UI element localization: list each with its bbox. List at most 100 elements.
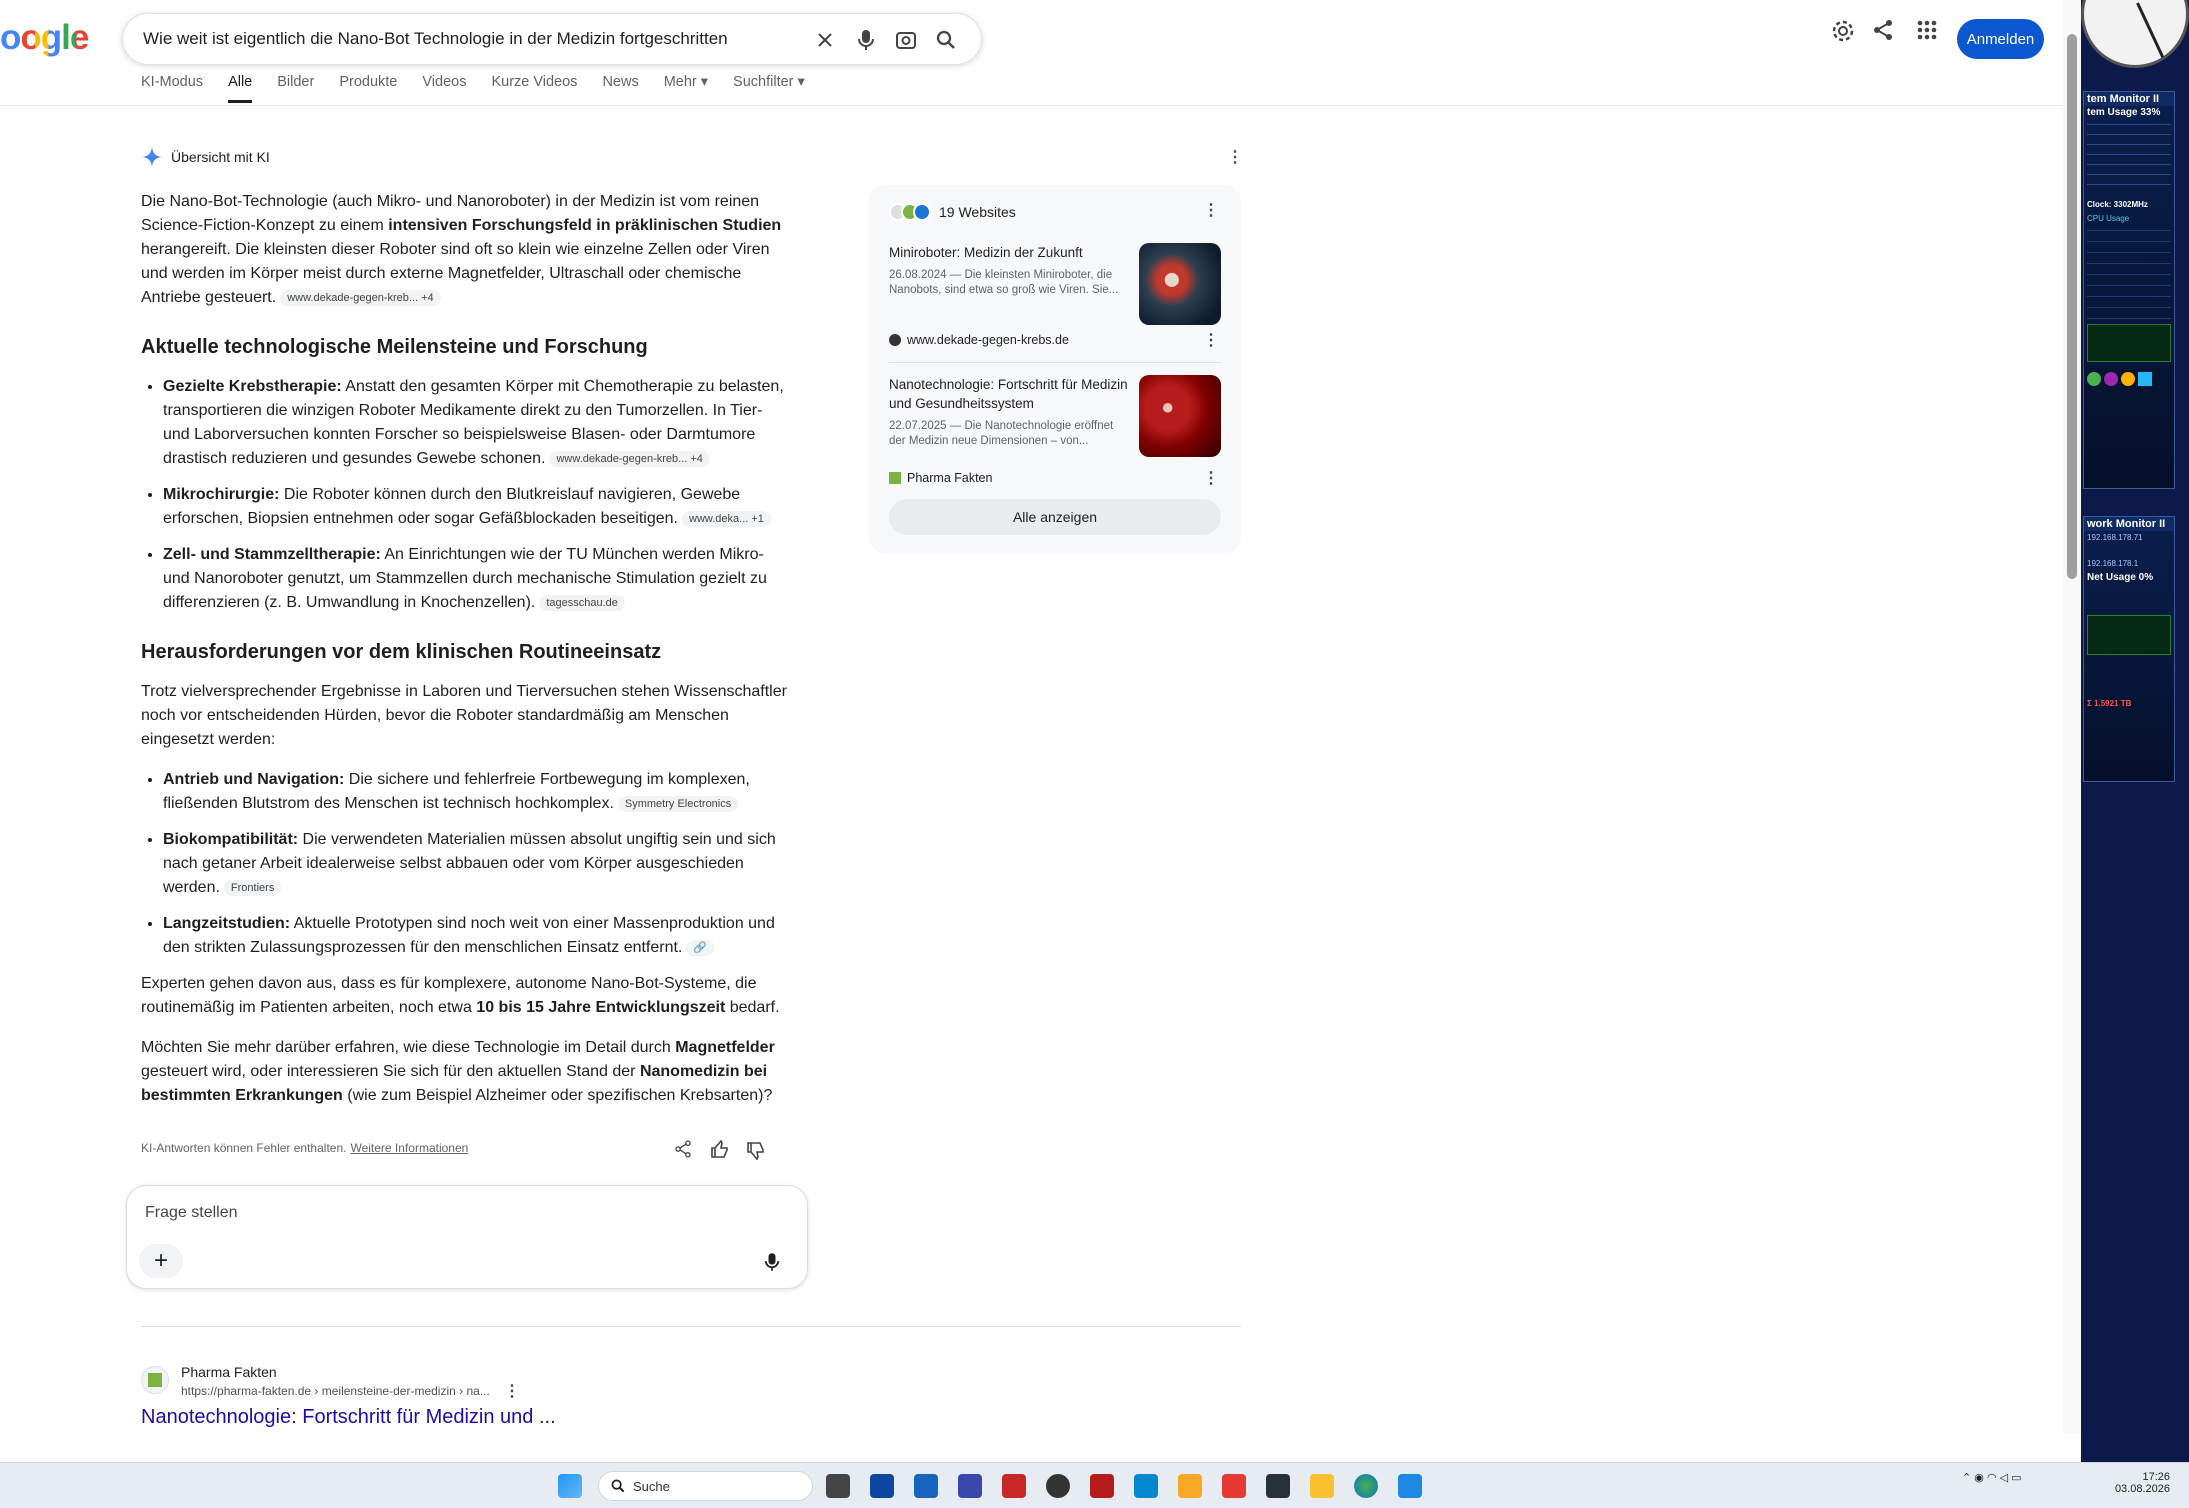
thumbs-up-icon[interactable] — [710, 1139, 730, 1162]
ask-input[interactable]: Frage stellen — [145, 1204, 238, 1222]
result-favicon-icon[interactable] — [141, 1366, 169, 1394]
source-chip[interactable]: www.deka... +1 — [682, 511, 771, 527]
more-info-link[interactable]: Weitere Informationen — [350, 1141, 468, 1155]
search-icon[interactable] — [933, 27, 959, 53]
result-title-link[interactable]: Nanotechnologie: Fortschritt für Medizin… — [141, 1406, 556, 1429]
tab-alle[interactable]: Alle — [228, 74, 253, 103]
card-thumbnail[interactable] — [1139, 375, 1221, 457]
button-icon[interactable] — [2121, 372, 2135, 386]
result-url[interactable]: https://pharma-fakten.de › meilensteine-… — [181, 1384, 490, 1398]
app-icon[interactable] — [1046, 1474, 1070, 1498]
snipping-tool-icon[interactable] — [1222, 1474, 1246, 1498]
page-scrollbar[interactable] — [2063, 0, 2081, 1434]
settings-icon[interactable] — [1831, 19, 1855, 48]
tab-videos[interactable]: Videos — [422, 74, 466, 103]
recorder-icon[interactable] — [1090, 1474, 1114, 1498]
start-icon[interactable] — [558, 1474, 582, 1498]
source-chip[interactable]: www.dekade-gegen-kreb... +4 — [549, 451, 710, 467]
gadget-title: tem Monitor II — [2084, 92, 2174, 106]
app-icon[interactable] — [958, 1474, 982, 1498]
file-explorer-icon[interactable] — [1310, 1474, 1334, 1498]
edge-icon[interactable] — [1354, 1474, 1378, 1498]
search-header: oogle Wie weit ist eigentlich die Nano-B… — [0, 0, 2063, 106]
item-bold: Antrieb und Navigation: — [163, 771, 345, 788]
network-icon[interactable]: ◉ — [1974, 1472, 1984, 1484]
source-card[interactable]: Nanotechnologie: Fortschritt für Medizin… — [889, 375, 1221, 487]
search-box[interactable]: Wie weit ist eigentlich die Nano-Bot Tec… — [122, 13, 982, 65]
tab-kurze-videos[interactable]: Kurze Videos — [491, 74, 577, 103]
share-icon[interactable] — [674, 1140, 692, 1161]
microphone-icon[interactable] — [765, 1252, 779, 1277]
terminal-icon[interactable] — [1266, 1474, 1290, 1498]
add-button[interactable]: + — [139, 1244, 183, 1278]
tab-mehr[interactable]: Mehr ▾ — [664, 74, 708, 103]
microphone-icon[interactable] — [853, 27, 879, 53]
favicon-square — [148, 1373, 162, 1387]
volume-icon[interactable]: ◁ — [2000, 1472, 2008, 1484]
tab-suchfilter[interactable]: Suchfilter ▾ — [733, 74, 805, 103]
source-chip[interactable]: tagesschau.de — [539, 595, 625, 611]
app-icon[interactable] — [1178, 1474, 1202, 1498]
chevron-up-icon[interactable]: ⌃ — [1962, 1472, 1971, 1484]
button-icon[interactable] — [2104, 372, 2118, 386]
result-more-icon[interactable]: ⋮ — [504, 1384, 520, 1400]
link-chip[interactable]: 🔗 — [686, 940, 715, 956]
apps-grid-icon[interactable] — [1916, 19, 1938, 46]
tab-bilder[interactable]: Bilder — [277, 74, 314, 103]
card-thumbnail[interactable] — [1139, 243, 1221, 325]
store-icon[interactable] — [870, 1474, 894, 1498]
tray-icons[interactable]: ⌃ ◉ ◠ ◁ ▭ — [1962, 1471, 2022, 1484]
item-bold: Mikrochirurgie: — [163, 486, 280, 503]
panel-more-icon[interactable]: ⋮ — [1203, 203, 1219, 219]
memory-graph — [2087, 124, 2171, 194]
tab-news[interactable]: News — [602, 74, 638, 103]
sources-header[interactable]: 19 Websites — [889, 203, 1016, 221]
challenges-list: Antrieb und Navigation: Die sichere und … — [141, 768, 791, 960]
list-item: Zell- und Stammzelltherapie: An Einricht… — [163, 543, 791, 615]
source-chip[interactable]: Symmetry Electronics — [617, 796, 739, 812]
google-logo[interactable]: oogle — [0, 18, 89, 58]
thumbs-down-icon[interactable] — [746, 1141, 766, 1164]
outlook-text-2: bedarf. — [725, 999, 780, 1016]
card-title[interactable]: Miniroboter: Medizin der Zukunft — [889, 243, 1129, 262]
show-all-button[interactable]: Alle anzeigen — [889, 499, 1221, 535]
outlook-icon[interactable] — [914, 1474, 938, 1498]
search-input[interactable]: Wie weit ist eigentlich die Nano-Bot Tec… — [143, 29, 728, 49]
card-source[interactable]: Pharma Fakten — [889, 471, 992, 485]
source-chip[interactable]: Frontiers — [223, 880, 282, 896]
ai-sparkle-icon — [141, 146, 163, 168]
card-more-icon[interactable]: ⋮ — [1203, 471, 1219, 487]
ai-more-icon[interactable]: ⋮ — [1227, 150, 1243, 166]
source-favicons-icon — [889, 203, 931, 221]
button-icon[interactable] — [2087, 372, 2101, 386]
tab-ki-modus[interactable]: KI-Modus — [141, 74, 203, 103]
gadget-buttons — [2084, 366, 2174, 392]
filezilla-icon[interactable] — [1002, 1474, 1026, 1498]
app-icon[interactable] — [1134, 1474, 1158, 1498]
task-view-icon[interactable] — [826, 1474, 850, 1498]
taskbar-search[interactable]: Suche — [598, 1471, 813, 1501]
scrollbar-thumb[interactable] — [2067, 34, 2077, 579]
ai-overview-title: Übersicht mit KI — [171, 149, 270, 165]
ask-followup-box[interactable]: Frage stellen + — [126, 1185, 808, 1289]
battery-icon[interactable]: ▭ — [2011, 1472, 2021, 1484]
result-site[interactable]: Pharma Fakten — [181, 1364, 277, 1380]
tab-produkte[interactable]: Produkte — [339, 74, 397, 103]
clock-date: 03.08.2026 — [2114, 1483, 2170, 1495]
wifi-icon[interactable]: ◠ — [1987, 1472, 1997, 1484]
share-icon[interactable] — [1872, 19, 1894, 46]
button-icon[interactable] — [2138, 372, 2152, 386]
lens-icon[interactable] — [893, 27, 919, 53]
word-icon[interactable] — [1398, 1474, 1422, 1498]
tray-clock[interactable]: 17:26 03.08.2026 — [2100, 1471, 2170, 1495]
card-title[interactable]: Nanotechnologie: Fortschritt für Medizin… — [889, 375, 1129, 413]
source-card[interactable]: Miniroboter: Medizin der Zukunft 26.08.2… — [889, 243, 1221, 353]
source-chip[interactable]: www.dekade-gegen-kreb... +4 — [280, 290, 441, 306]
card-source-name: www.dekade-gegen-krebs.de — [907, 333, 1069, 347]
card-source[interactable]: www.dekade-gegen-krebs.de — [889, 333, 1069, 347]
card-desc: 26.08.2024 — Die kleinsten Miniroboter, … — [889, 269, 1119, 296]
clear-icon[interactable] — [812, 27, 838, 53]
signin-button[interactable]: Anmelden — [1957, 19, 2044, 59]
ai-intro: Die Nano-Bot-Technologie (auch Mikro- un… — [141, 190, 791, 310]
card-more-icon[interactable]: ⋮ — [1203, 333, 1219, 349]
